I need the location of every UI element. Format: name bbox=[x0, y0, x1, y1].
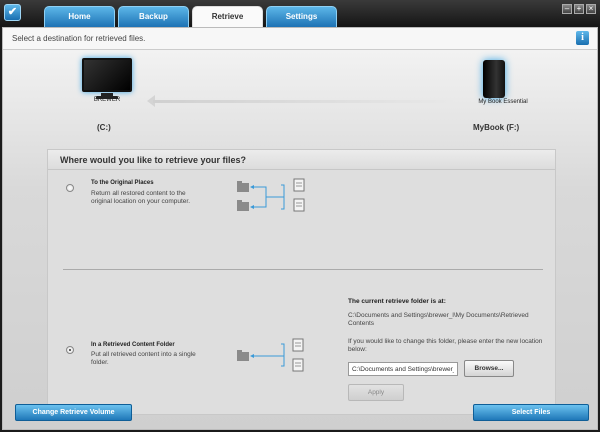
option-folder-description: Put all retrieved content into a single … bbox=[91, 351, 196, 366]
retrieve-page: Select a destination for retrieved files… bbox=[2, 27, 598, 430]
tab-bar: Home Backup Retrieve Settings bbox=[44, 6, 340, 28]
apply-button[interactable]: Apply bbox=[348, 384, 404, 401]
close-icon[interactable]: × bbox=[586, 4, 596, 14]
tab-home[interactable]: Home bbox=[44, 6, 115, 27]
app-logo-icon: ✔ bbox=[4, 4, 21, 21]
tab-settings[interactable]: Settings bbox=[266, 6, 337, 27]
retrieve-options-panel: Where would you like to retrieve your fi… bbox=[47, 149, 556, 415]
current-folder-title: The current retrieve folder is at: bbox=[348, 298, 446, 305]
minimize-icon[interactable]: – bbox=[562, 4, 572, 14]
page-header: Select a destination for retrieved files… bbox=[3, 28, 597, 50]
tab-backup[interactable]: Backup bbox=[118, 6, 189, 27]
radio-original-places[interactable] bbox=[66, 184, 74, 192]
browse-button[interactable]: Browse... bbox=[464, 360, 514, 377]
original-places-diagram bbox=[237, 178, 305, 212]
computer-name: BREWER bbox=[93, 97, 121, 103]
option-folder-title: In a Retrieved Content Folder bbox=[91, 342, 175, 348]
current-folder-path: C:\Documents and Settings\brewer_l\My Do… bbox=[348, 312, 529, 327]
maximize-icon[interactable]: + bbox=[574, 4, 584, 14]
folder-path-input[interactable] bbox=[348, 362, 458, 376]
title-bar: ✔ Home Backup Retrieve Settings – + × bbox=[0, 0, 600, 28]
change-retrieve-volume-button[interactable]: Change Retrieve Volume bbox=[15, 404, 132, 421]
page-prompt: Select a destination for retrieved files… bbox=[12, 34, 146, 43]
transfer-arrow bbox=[153, 100, 453, 103]
radio-retrieved-folder[interactable] bbox=[66, 346, 74, 354]
option-original-description: Return all restored content to the origi… bbox=[91, 190, 191, 205]
tab-retrieve[interactable]: Retrieve bbox=[192, 6, 263, 28]
info-icon[interactable]: i bbox=[576, 31, 589, 45]
option-original-title: To the Original Places bbox=[91, 180, 154, 186]
change-folder-hint: If you would like to change this folder,… bbox=[348, 338, 543, 353]
external-drive-icon bbox=[483, 60, 505, 98]
options-divider bbox=[63, 269, 543, 270]
retrieved-folder-diagram bbox=[237, 338, 304, 372]
panel-title: Where would you like to retrieve your fi… bbox=[48, 150, 555, 170]
select-files-button[interactable]: Select Files bbox=[473, 404, 589, 421]
drive-name: My Book Essential bbox=[478, 99, 528, 105]
drive-volume-label: MyBook (F:) bbox=[473, 123, 520, 132]
window-controls: – + × bbox=[560, 4, 596, 14]
computer-volume-label: (C:) bbox=[97, 123, 111, 132]
